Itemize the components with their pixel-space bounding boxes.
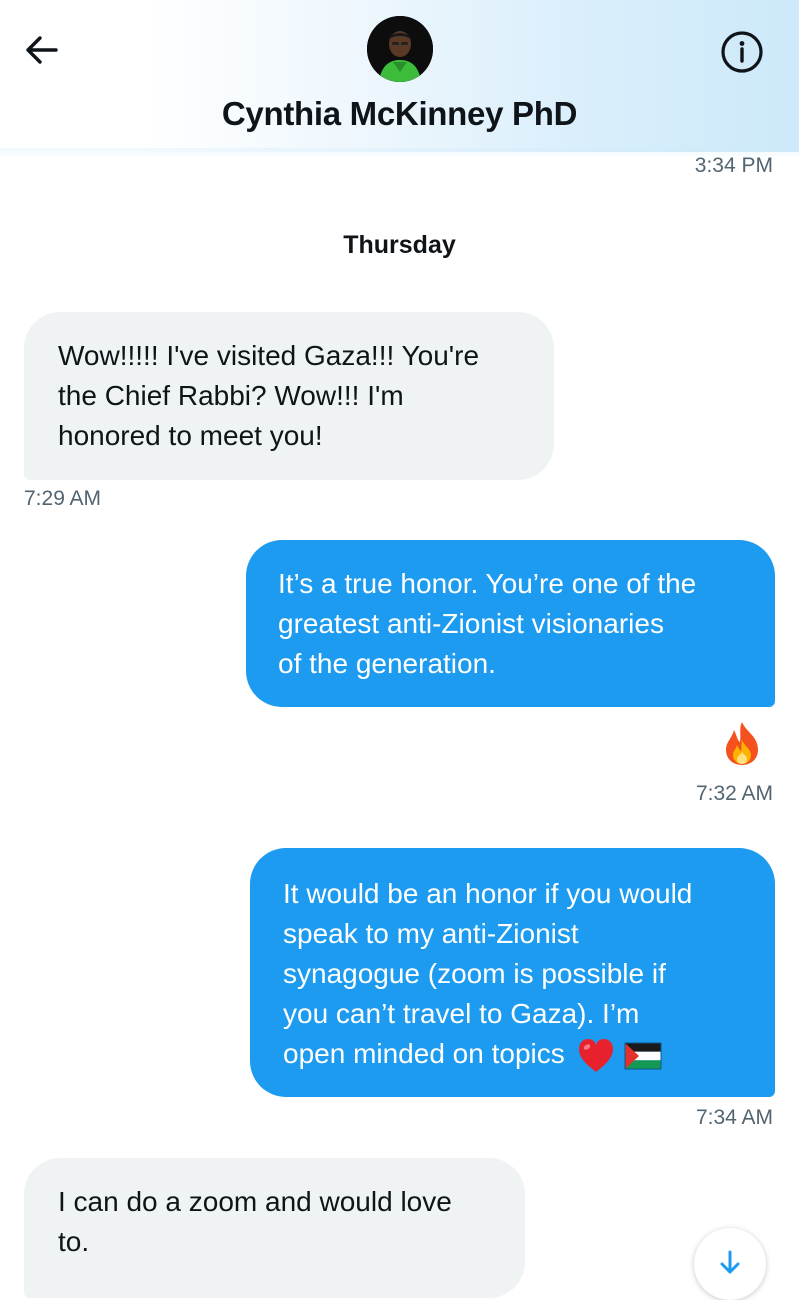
info-circle-icon [721, 31, 763, 73]
message-line: of the generation. [278, 648, 496, 679]
message-line: speak to my anti-Zionist [283, 918, 579, 949]
contact-name[interactable]: Cynthia McKinney PhD [0, 95, 799, 133]
incoming-message-bubble[interactable]: Wow!!!!! I've visited Gaza!!! You're the… [24, 312, 554, 480]
message-timestamp: 7:32 AM [695, 782, 773, 805]
fire-emoji-icon [726, 722, 758, 765]
message-line: synagogue (zoom is possible if [283, 958, 666, 989]
message-timestamp: 7:34 AM [695, 1106, 773, 1129]
back-button[interactable] [20, 28, 64, 72]
outgoing-message-bubble[interactable]: It would be an honor if you would speak … [250, 848, 775, 1097]
arrow-left-icon [26, 36, 58, 64]
message-line: I can do a zoom and would love [58, 1186, 452, 1217]
red-heart-emoji-icon [578, 1038, 613, 1072]
incoming-message-bubble[interactable]: I can do a zoom and would love to. [24, 1158, 525, 1298]
day-separator: Thursday [343, 231, 456, 259]
header-shadow [0, 148, 799, 158]
message-line: honored to meet you! [58, 420, 323, 451]
message-line: the Chief Rabbi? Wow!!! I'm [58, 380, 404, 411]
scroll-to-bottom-button[interactable] [694, 1228, 766, 1300]
message-text: open minded on topics [283, 1038, 565, 1069]
outgoing-message-bubble[interactable]: It’s a true honor. You’re one of the gre… [246, 540, 775, 707]
avatar[interactable] [367, 16, 433, 82]
profile-photo [367, 16, 433, 82]
message-line: It would be an honor if you would [283, 878, 693, 909]
message-line: greatest anti-Zionist visionaries [278, 608, 664, 639]
message-line: you can’t travel to Gaza). I’m [283, 998, 640, 1029]
conversation-info-button[interactable] [718, 28, 766, 76]
palestine-flag-emoji-icon [624, 1042, 662, 1070]
fire-reaction[interactable] [722, 720, 762, 766]
message-line: It’s a true honor. You’re one of the [278, 568, 697, 599]
message-line: Wow!!!!! I've visited Gaza!!! You're [58, 340, 480, 371]
message-timestamp: 3:34 PM [694, 154, 773, 177]
message-line-with-emojis: open minded on topics [283, 1034, 755, 1074]
message-timestamp: 7:29 AM [24, 487, 102, 510]
message-line: to. [58, 1226, 90, 1257]
arrow-down-icon [720, 1250, 740, 1274]
